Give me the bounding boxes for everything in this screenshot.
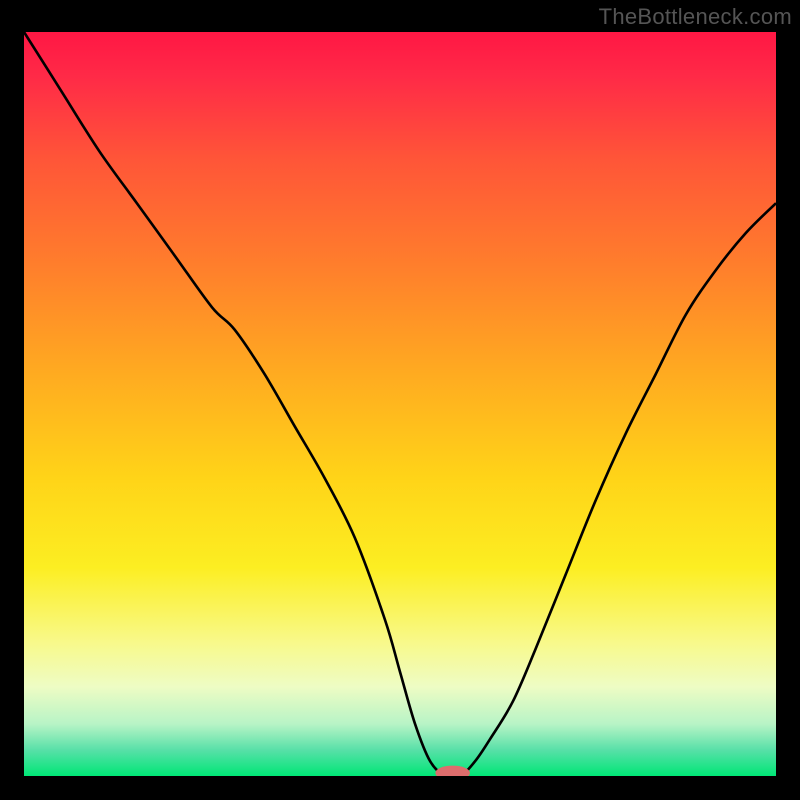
watermark-text: TheBottleneck.com bbox=[599, 4, 792, 30]
gradient-background bbox=[24, 32, 776, 776]
chart-frame: TheBottleneck.com bbox=[0, 0, 800, 800]
bottleneck-chart bbox=[24, 32, 776, 776]
plot-area bbox=[24, 32, 776, 776]
